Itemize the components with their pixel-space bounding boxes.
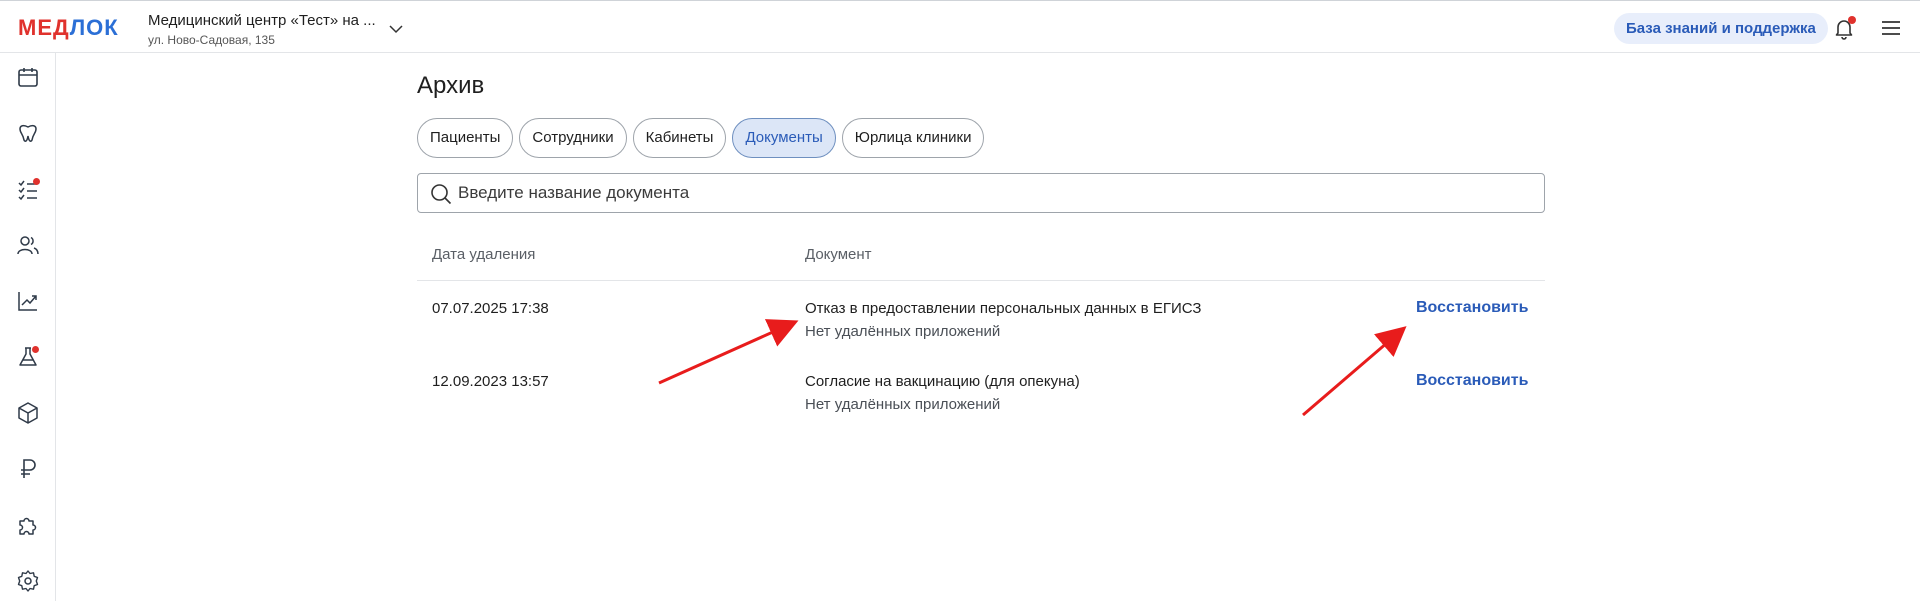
search-icon — [431, 184, 452, 205]
row-1-document: Отказ в предоставлении персональных данн… — [805, 300, 1202, 317]
row-2-restore-button[interactable]: Восстановить — [1416, 372, 1528, 390]
row-2-attachments: Нет удалённых приложений — [805, 396, 1001, 413]
tooth-icon[interactable] — [16, 121, 40, 145]
clinic-address: ул. Ново-Садовая, 135 — [148, 33, 275, 47]
top-header: МЕДЛОК Медицинский центр «Тест» на ... у… — [0, 0, 1920, 53]
chart-icon[interactable] — [16, 289, 40, 313]
tab-legal-entities[interactable]: Юрлица клиники — [841, 118, 985, 158]
chevron-down-icon[interactable] — [388, 21, 404, 37]
search-box — [417, 173, 1545, 213]
clinic-name: Медицинский центр «Тест» на ... — [148, 12, 376, 29]
box-icon[interactable] — [16, 401, 40, 425]
sidebar — [0, 53, 56, 601]
row-2-document: Согласие на вакцинацию (для опекуна) — [805, 373, 1080, 390]
tab-patients[interactable]: Пациенты — [417, 118, 514, 158]
row-2-date: 12.09.2023 13:57 — [432, 373, 549, 390]
archive-tabs: Пациенты Сотрудники Кабинеты Документы Ю… — [417, 118, 985, 158]
task-badge — [33, 178, 40, 185]
column-header-document: Документ — [805, 246, 872, 263]
row-1-restore-button[interactable]: Восстановить — [1416, 299, 1528, 317]
puzzle-icon[interactable] — [16, 513, 40, 537]
table-divider — [417, 280, 1545, 281]
menu-icon[interactable] — [1880, 17, 1902, 39]
notification-badge — [1848, 16, 1856, 24]
tab-documents[interactable]: Документы — [732, 118, 836, 158]
row-1-attachments: Нет удалённых приложений — [805, 323, 1001, 340]
column-header-date: Дата удаления — [432, 246, 536, 263]
page-title: Архив — [417, 72, 485, 99]
clinic-selector[interactable]: Медицинский центр «Тест» на ... ул. Ново… — [148, 12, 408, 47]
tab-employees[interactable]: Сотрудники — [519, 118, 627, 158]
tab-rooms[interactable]: Кабинеты — [632, 118, 727, 158]
gear-icon[interactable] — [16, 569, 40, 593]
search-input[interactable] — [458, 175, 1528, 211]
row-1-date: 07.07.2025 17:38 — [432, 300, 549, 317]
logo[interactable]: МЕДЛОК — [18, 15, 119, 41]
ruble-icon[interactable] — [16, 457, 40, 481]
calendar-icon[interactable] — [16, 65, 40, 89]
arrow-to-restore — [1302, 326, 1407, 417]
lab-badge — [32, 346, 39, 353]
support-button[interactable]: База знаний и поддержка — [1614, 13, 1828, 44]
arrow-to-document — [658, 319, 799, 385]
users-icon[interactable] — [16, 233, 40, 257]
